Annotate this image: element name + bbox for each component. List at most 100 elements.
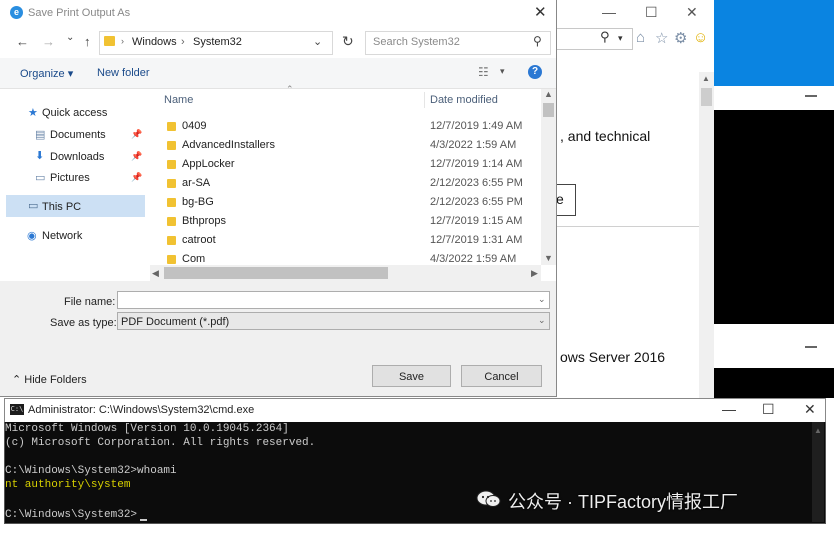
scroll-right-icon[interactable]: ▶ <box>531 268 538 279</box>
browser-close-button[interactable]: ✕ <box>686 4 698 21</box>
downloads-icon: ⬇ <box>35 150 45 162</box>
background-white-strip <box>714 86 834 110</box>
cmd-icon: C:\ <box>10 404 24 415</box>
nav-downloads[interactable]: Downloads <box>50 151 104 163</box>
background-black-panel-2 <box>714 368 834 398</box>
list-item-date: 12/7/2019 1:49 AM <box>430 120 523 132</box>
list-item[interactable]: bg-BG <box>182 196 214 208</box>
browser-scroll-thumb[interactable] <box>701 88 712 106</box>
nav-quick-access[interactable]: Quick access <box>42 107 107 119</box>
chevron-down-icon[interactable]: ⌄ <box>538 294 546 305</box>
cmd-prompt[interactable]: C:\Windows\System32> <box>5 509 137 521</box>
browser-minimize-button[interactable]: — <box>602 4 616 20</box>
column-divider[interactable] <box>424 92 425 108</box>
page-text-server: ows Server 2016 <box>560 349 666 365</box>
refresh-icon[interactable]: ↻ <box>342 33 354 50</box>
column-header-date[interactable]: Date modified <box>430 94 498 106</box>
browser-search-dropdown[interactable]: ▾ <box>618 33 623 44</box>
list-item-date: 12/7/2019 1:15 AM <box>430 215 523 227</box>
cmd-close-button[interactable]: ✕ <box>804 401 816 418</box>
dialog-close-button[interactable]: ✕ <box>534 3 547 21</box>
search-placeholder: Search System32 <box>373 36 460 48</box>
list-item[interactable]: catroot <box>182 234 216 246</box>
new-folder-button[interactable]: New folder <box>97 67 150 79</box>
nav-network[interactable]: Network <box>42 230 82 242</box>
pin-icon[interactable]: 📌 <box>131 129 142 140</box>
pin-icon[interactable]: 📌 <box>131 172 142 183</box>
recent-locations-icon[interactable]: ⌄ <box>66 32 74 43</box>
cmd-minimize-button[interactable]: — <box>722 401 736 417</box>
back-arrow-icon[interactable]: ← <box>16 34 29 49</box>
view-options-icon[interactable]: ☷ <box>478 65 489 79</box>
folder-icon <box>167 141 176 150</box>
list-item[interactable]: Bthprops <box>182 215 226 227</box>
page-button-label: e <box>556 191 564 207</box>
background-black-panel <box>714 110 834 324</box>
cmd-cursor <box>140 519 147 521</box>
scroll-down-icon[interactable]: ▼ <box>544 253 553 263</box>
hide-folders-button[interactable]: ⌃ Hide Folders <box>12 373 87 386</box>
cmd-scrollbar[interactable] <box>812 422 824 522</box>
breadcrumb-windows[interactable]: Windows <box>132 36 177 48</box>
chevron-down-icon[interactable]: ⌄ <box>313 35 322 48</box>
search-icon[interactable]: ⚲ <box>533 34 542 48</box>
page-text-technical: , and technical <box>560 128 651 144</box>
column-header-name[interactable]: Name <box>164 94 193 106</box>
breadcrumb-separator[interactable]: › <box>181 36 185 48</box>
up-arrow-icon[interactable]: ↑ <box>84 34 91 49</box>
folder-icon <box>104 36 115 46</box>
list-item-date: 4/3/2022 1:59 AM <box>430 253 517 265</box>
ie-logo-icon: e <box>10 6 23 19</box>
network-icon: ◉ <box>27 230 37 242</box>
computer-icon: ▭ <box>28 200 39 212</box>
save-as-type-label: Save as type: <box>50 317 117 329</box>
list-item[interactable]: AppLocker <box>182 158 235 170</box>
help-icon[interactable]: ? <box>528 65 542 79</box>
vertical-scroll-thumb[interactable] <box>543 103 554 117</box>
nav-pictures[interactable]: Pictures <box>50 172 90 184</box>
forward-arrow-icon[interactable]: → <box>42 34 55 49</box>
star-icon: ★ <box>28 107 38 119</box>
browser-search-icon[interactable]: ⚲ <box>600 29 610 45</box>
scroll-left-icon[interactable]: ◀ <box>152 268 159 279</box>
dialog-title: Save Print Output As <box>28 7 131 19</box>
breadcrumb-separator[interactable]: › <box>121 36 124 46</box>
browser-maximize-button[interactable]: ☐ <box>645 4 658 21</box>
pin-icon[interactable]: 📌 <box>131 151 142 162</box>
organize-button[interactable]: Organize ▾ <box>20 67 73 80</box>
cmd-maximize-button[interactable]: ☐ <box>762 401 775 418</box>
watermark-text: 公众号 · TIPFactory情报工厂 <box>508 492 739 512</box>
list-item[interactable]: AdvancedInstallers <box>182 139 275 151</box>
cmd-output-line: (c) Microsoft Corporation. All rights re… <box>5 437 316 449</box>
nav-documents[interactable]: Documents <box>50 129 106 141</box>
favorites-icon[interactable]: ☆ <box>655 29 668 47</box>
home-icon[interactable]: ⌂ <box>636 29 645 46</box>
cancel-button[interactable]: Cancel <box>461 365 542 387</box>
horizontal-scroll-thumb[interactable] <box>164 267 388 279</box>
gear-icon[interactable]: ⚙ <box>674 29 687 47</box>
list-item[interactable]: ar-SA <box>182 177 210 189</box>
minimize-icon-2 <box>805 346 817 348</box>
list-item[interactable]: Com <box>182 253 205 265</box>
chevron-down-icon[interactable]: ⌄ <box>538 315 546 326</box>
minimize-icon <box>805 95 817 97</box>
view-dropdown-icon[interactable]: ▾ <box>500 66 505 77</box>
cmd-scroll-up-icon[interactable]: ▲ <box>814 426 822 435</box>
folder-icon <box>167 160 176 169</box>
scroll-up-icon[interactable]: ▲ <box>544 89 553 99</box>
file-name-field[interactable] <box>117 291 550 309</box>
list-item[interactable]: 0409 <box>182 120 206 132</box>
breadcrumb-system32[interactable]: System32 <box>193 36 242 48</box>
cmd-output-line: nt authority\system <box>5 479 131 491</box>
list-item-date: 4/3/2022 1:59 AM <box>430 139 517 151</box>
smiley-icon[interactable]: ☺ <box>693 29 708 46</box>
folder-icon <box>167 198 176 207</box>
save-as-type-value: PDF Document (*.pdf) <box>121 316 230 328</box>
folder-icon <box>167 179 176 188</box>
page-divider <box>556 226 699 227</box>
browser-scrollbar[interactable] <box>699 72 714 400</box>
nav-this-pc[interactable]: This PC <box>42 201 81 213</box>
cmd-output-line: Microsoft Windows [Version 10.0.19045.23… <box>5 423 289 435</box>
browser-scroll-up[interactable]: ▲ <box>702 74 710 83</box>
save-button[interactable]: Save <box>372 365 451 387</box>
